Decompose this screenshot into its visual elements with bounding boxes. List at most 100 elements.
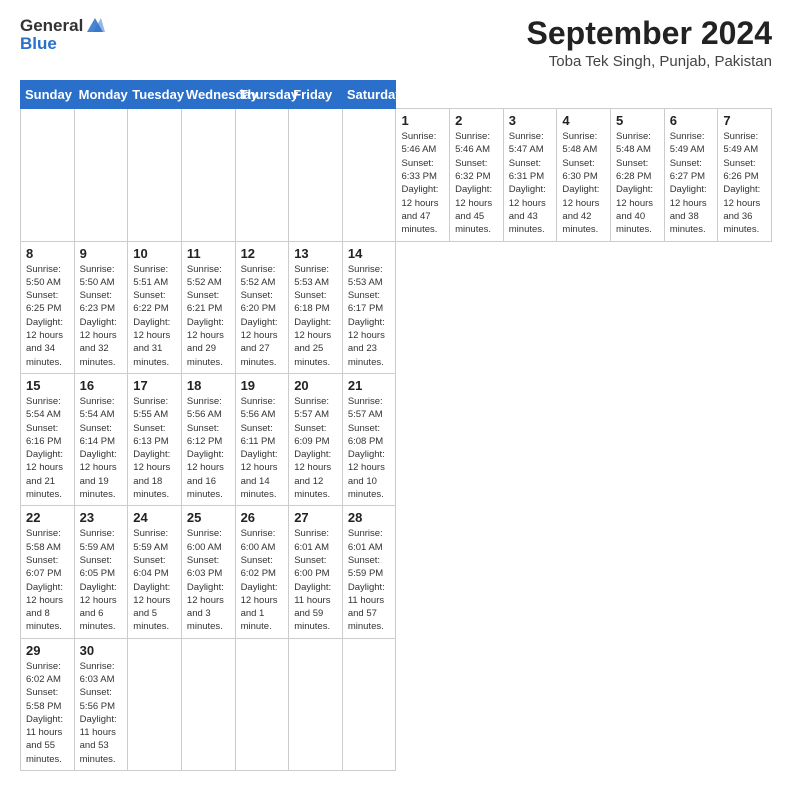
calendar-title: September 2024 bbox=[527, 16, 772, 51]
sunrise-text: Sunrise: 6:00 AM bbox=[241, 528, 276, 552]
day-number: 13 bbox=[294, 246, 337, 261]
day-info: Sunrise: 5:53 AMSunset: 6:18 PMDaylight:… bbox=[294, 263, 337, 369]
day-info: Sunrise: 5:57 AM Sunset: 6:09 PMDaylight:… bbox=[294, 395, 337, 501]
sunset-text: Sunset: 6:26 PM bbox=[723, 158, 758, 182]
day-number: 23 bbox=[80, 510, 123, 525]
day-info: Sunrise: 5:48 AM Sunset: 6:30 PMDaylight:… bbox=[562, 130, 605, 236]
day-number: 28 bbox=[348, 510, 391, 525]
day-info: Sunrise: 5:56 AMSunset: 6:12 PMDaylight:… bbox=[187, 395, 230, 501]
day-cell-19: 19Sunrise: 5:56 AMSunset: 6:11 PMDayligh… bbox=[235, 373, 289, 505]
sunset-text: Sunset: 6:03 PM bbox=[187, 555, 222, 579]
day-cell-1: 1 Sunrise: 5:46 AMSunset: 6:33 PMDaylight… bbox=[396, 109, 450, 241]
calendar-week-3: 15Sunrise: 5:54 AMSunset: 6:16 PMDayligh… bbox=[21, 373, 772, 505]
day-info: Sunrise: 5:53 AMSunset: 6:17 PMDaylight:… bbox=[348, 263, 391, 369]
sunrise-text: Sunrise: 5:53 AM bbox=[294, 264, 329, 288]
daylight-text: Daylight: 11 hours and 53 minutes. bbox=[80, 714, 117, 765]
weekday-header-friday: Friday bbox=[289, 81, 343, 109]
sunrise-text: Sunrise: 5:55 AM bbox=[133, 396, 168, 420]
daylight-text: Daylight: 11 hours and 55 minutes. bbox=[26, 714, 63, 765]
day-info: Sunrise: 5:59 AMSunset: 6:04 PMDaylight:… bbox=[133, 527, 176, 633]
daylight-text: Daylight: 12 hours and 18 minutes. bbox=[133, 449, 170, 500]
daylight-text: Daylight: 12 hours and 42 minutes. bbox=[562, 184, 599, 235]
sunset-text: Sunset: 6:30 PM bbox=[562, 158, 597, 182]
sunset-text: Sunset: 6:09 PM bbox=[294, 423, 329, 447]
sunset-text: Sunset: 6:28 PM bbox=[616, 158, 651, 182]
day-number: 21 bbox=[348, 378, 391, 393]
day-cell-5: 5Sunrise: 5:48 AMSunset: 6:28 PMDaylight… bbox=[611, 109, 665, 241]
day-cell-18: 18Sunrise: 5:56 AMSunset: 6:12 PMDayligh… bbox=[181, 373, 235, 505]
day-info: Sunrise: 5:52 AMSunset: 6:21 PMDaylight:… bbox=[187, 263, 230, 369]
day-cell-30: 30 Sunrise: 6:03 AMSunset: 5:56 PMDayligh… bbox=[74, 638, 128, 770]
day-info: Sunrise: 5:59 AMSunset: 6:05 PMDaylight:… bbox=[80, 527, 123, 633]
day-cell-11: 11Sunrise: 5:52 AMSunset: 6:21 PMDayligh… bbox=[181, 241, 235, 373]
sunrise-text: Sunrise: 5:51 AM bbox=[133, 264, 168, 288]
daylight-text: Daylight: 12 hours and 8 minutes. bbox=[26, 582, 63, 633]
day-info: Sunrise: 5:50 AMSunset: 6:23 PMDaylight:… bbox=[80, 263, 123, 369]
empty-cell bbox=[342, 109, 396, 241]
daylight-text: Daylight: 12 hours and 23 minutes. bbox=[348, 317, 385, 368]
daylight-text: Daylight: 12 hours and 34 minutes. bbox=[26, 317, 63, 368]
sunrise-text: Sunrise: 5:53 AM bbox=[348, 264, 383, 288]
day-cell-26: 26Sunrise: 6:00 AMSunset: 6:02 PMDayligh… bbox=[235, 506, 289, 638]
day-number: 1 bbox=[401, 113, 444, 128]
sunrise-text: Sunrise: 5:59 AM bbox=[133, 528, 168, 552]
sunrise-text: Sunrise: 5:46 AM bbox=[401, 131, 436, 155]
sunset-text: Sunset: 5:58 PM bbox=[26, 687, 61, 711]
daylight-text: Daylight: 12 hours and 3 minutes. bbox=[187, 582, 224, 633]
sunset-text: Sunset: 6:16 PM bbox=[26, 423, 61, 447]
day-info: Sunrise: 5:50 AMSunset: 6:25 PMDaylight:… bbox=[26, 263, 69, 369]
day-info: Sunrise: 6:03 AMSunset: 5:56 PMDaylight:… bbox=[80, 660, 123, 766]
sunset-text: Sunset: 6:12 PM bbox=[187, 423, 222, 447]
day-number: 2 bbox=[455, 113, 498, 128]
page: General Blue September 2024 Toba Tek Sin… bbox=[0, 0, 792, 787]
sunset-text: Sunset: 6:11 PM bbox=[241, 423, 276, 447]
daylight-text: Daylight: 12 hours and 36 minutes. bbox=[723, 184, 760, 235]
daylight-text: Daylight: 12 hours and 12 minutes. bbox=[294, 449, 331, 500]
day-cell-7: 7Sunrise: 5:49 AMSunset: 6:26 PMDaylight… bbox=[718, 109, 772, 241]
sunset-text: Sunset: 6:05 PM bbox=[80, 555, 115, 579]
empty-cell bbox=[128, 109, 182, 241]
logo-general-text: General bbox=[20, 16, 83, 36]
sunrise-text: Sunrise: 5:59 AM bbox=[80, 528, 115, 552]
day-cell-16: 16Sunrise: 5:54 AMSunset: 6:14 PMDayligh… bbox=[74, 373, 128, 505]
empty-cell bbox=[21, 109, 75, 241]
sunrise-text: Sunrise: 5:49 AM bbox=[670, 131, 705, 155]
day-cell-27: 27Sunrise: 6:01 AMSunset: 6:00 PMDayligh… bbox=[289, 506, 343, 638]
sunrise-text: Sunrise: 5:57 AM bbox=[294, 396, 329, 420]
day-number: 22 bbox=[26, 510, 69, 525]
empty-cell bbox=[181, 638, 235, 770]
day-number: 30 bbox=[80, 643, 123, 658]
daylight-text: Daylight: 12 hours and 29 minutes. bbox=[187, 317, 224, 368]
daylight-text: Daylight: 12 hours and 47 minutes. bbox=[401, 184, 438, 235]
day-cell-17: 17Sunrise: 5:55 AMSunset: 6:13 PMDayligh… bbox=[128, 373, 182, 505]
weekday-header-thursday: Thursday bbox=[235, 81, 289, 109]
day-cell-28: 28Sunrise: 6:01 AMSunset: 5:59 PMDayligh… bbox=[342, 506, 396, 638]
day-cell-10: 10Sunrise: 5:51 AMSunset: 6:22 PMDayligh… bbox=[128, 241, 182, 373]
daylight-text: Daylight: 12 hours and 19 minutes. bbox=[80, 449, 117, 500]
weekday-header-tuesday: Tuesday bbox=[128, 81, 182, 109]
weekday-header-wednesday: Wednesday bbox=[181, 81, 235, 109]
title-block: September 2024 Toba Tek Singh, Punjab, P… bbox=[527, 16, 772, 70]
day-cell-22: 22Sunrise: 5:58 AMSunset: 6:07 PMDayligh… bbox=[21, 506, 75, 638]
logo: General Blue bbox=[20, 16, 105, 54]
day-number: 15 bbox=[26, 378, 69, 393]
day-info: Sunrise: 5:56 AMSunset: 6:11 PMDaylight:… bbox=[241, 395, 284, 501]
empty-cell bbox=[128, 638, 182, 770]
day-info: Sunrise: 5:57 AMSunset: 6:08 PMDaylight:… bbox=[348, 395, 391, 501]
day-number: 6 bbox=[670, 113, 713, 128]
day-info: Sunrise: 5:46 AMSunset: 6:33 PMDaylight:… bbox=[401, 130, 444, 236]
day-info: Sunrise: 5:49 AMSunset: 6:27 PMDaylight:… bbox=[670, 130, 713, 236]
day-info: Sunrise: 6:01 AMSunset: 6:00 PMDaylight:… bbox=[294, 527, 337, 633]
sunrise-text: Sunrise: 5:48 AM bbox=[562, 131, 597, 155]
day-cell-13: 13 Sunrise: 5:53 AMSunset: 6:18 PMDayligh… bbox=[289, 241, 343, 373]
day-number: 7 bbox=[723, 113, 766, 128]
sunset-text: Sunset: 5:56 PM bbox=[80, 687, 115, 711]
sunset-text: Sunset: 6:21 PM bbox=[187, 290, 222, 314]
day-info: Sunrise: 5:51 AMSunset: 6:22 PMDaylight:… bbox=[133, 263, 176, 369]
sunrise-text: Sunrise: 6:01 AM bbox=[348, 528, 383, 552]
sunrise-text: Sunrise: 5:58 AM bbox=[26, 528, 61, 552]
daylight-text: Daylight: 12 hours and 5 minutes. bbox=[133, 582, 170, 633]
calendar-week-1: 1 Sunrise: 5:46 AMSunset: 6:33 PMDaylight… bbox=[21, 109, 772, 241]
sunset-text: Sunset: 6:25 PM bbox=[26, 290, 61, 314]
empty-cell bbox=[289, 109, 343, 241]
